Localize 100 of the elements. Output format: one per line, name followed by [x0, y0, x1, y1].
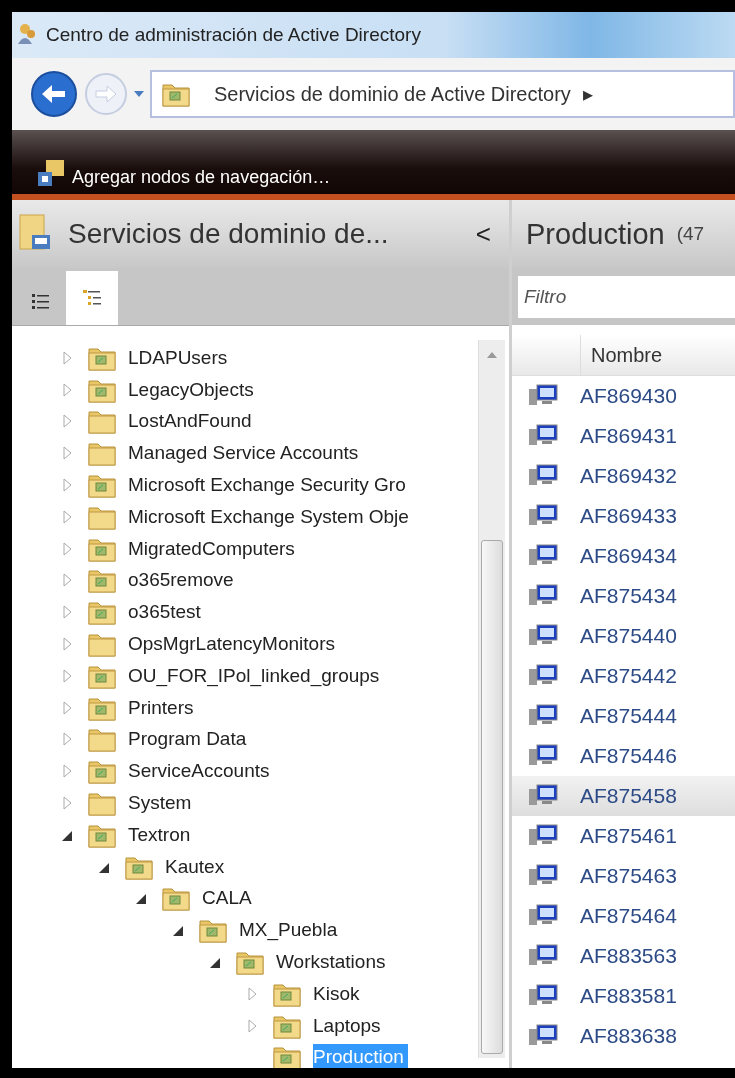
expand-arrow-icon[interactable] [60, 509, 74, 524]
tree-item[interactable]: OU_FOR_IPol_linked_groups [128, 662, 380, 689]
computer-row[interactable]: AF875442 [512, 656, 735, 696]
tree-item[interactable]: Program Data [128, 726, 247, 753]
expand-arrow-icon[interactable] [60, 700, 74, 715]
computer-name: AF869434 [580, 544, 677, 568]
computer-name: AF875446 [580, 744, 677, 768]
computer-row[interactable]: AF875440 [512, 616, 735, 656]
tree-item[interactable]: ServiceAccounts [128, 758, 270, 785]
tree-item[interactable]: Kisok [313, 980, 360, 1007]
tree-item[interactable]: Kautex [165, 853, 225, 880]
tree-item[interactable]: Workstations [276, 949, 386, 976]
computer-row[interactable]: AF869434 [512, 536, 735, 576]
column-header[interactable]: Nombre [580, 335, 663, 375]
computer-row[interactable]: AF869432 [512, 456, 735, 496]
computer-name: AF875440 [580, 624, 677, 648]
address-field[interactable]: Servicios de dominio de Active Directory ▸ [150, 70, 735, 118]
computer-name: AF869431 [580, 424, 677, 448]
computer-row[interactable]: AF883581 [512, 976, 735, 1016]
folder-document-icon [88, 472, 116, 499]
expand-arrow-icon[interactable] [245, 1018, 259, 1033]
add-navigation-nodes-button[interactable]: Agregar nodos de navegación… [72, 167, 331, 188]
tree-item[interactable]: MigratedComputers [128, 535, 295, 562]
expand-arrow-icon[interactable] [60, 541, 74, 556]
tree-item[interactable]: o365test [128, 599, 201, 626]
breadcrumb[interactable]: Servicios de dominio de Active Directory [214, 82, 571, 106]
computer-name: AF875434 [580, 584, 677, 608]
folder-icon [88, 408, 116, 435]
scrollbar[interactable] [478, 340, 505, 1058]
computer-name: AF869432 [580, 464, 677, 488]
computer-row[interactable]: AF869430 [512, 376, 735, 416]
tree-item[interactable]: CALA [202, 885, 252, 912]
computer-row[interactable]: AF875463 [512, 856, 735, 896]
tree-item[interactable]: LegacyObjects [128, 376, 254, 403]
tree-item[interactable]: Managed Service Accounts [128, 440, 359, 467]
expand-arrow-icon[interactable] [60, 668, 74, 683]
tree-item[interactable]: o365remove [128, 567, 234, 594]
computer-row[interactable]: AF883563 [512, 936, 735, 976]
expand-arrow-icon[interactable] [60, 414, 74, 429]
folder-document-icon [88, 567, 116, 594]
expand-arrow-icon[interactable] [60, 382, 74, 397]
tree-item[interactable]: Microsoft Exchange System Obje [128, 503, 409, 530]
computer-row[interactable]: AF869433 [512, 496, 735, 536]
expand-arrow-icon[interactable] [60, 732, 74, 747]
folder-icon [88, 726, 116, 753]
tree-item[interactable]: LDAPUsers [128, 344, 228, 371]
tree-item[interactable]: Laptops [313, 1012, 381, 1039]
computer-name: AF883638 [580, 1024, 677, 1048]
scroll-up-arrow-icon[interactable] [487, 352, 497, 358]
tree-item[interactable]: Textron [128, 821, 191, 848]
computer-row[interactable]: AF875434 [512, 576, 735, 616]
computer-name: AF869433 [580, 504, 677, 528]
item-count: (47 [676, 223, 705, 245]
computer-name: AF883581 [580, 984, 677, 1008]
tree-item[interactable]: Printers [128, 694, 194, 721]
computer-name: AF875442 [580, 664, 677, 688]
list-view-icon [32, 294, 49, 309]
expand-arrow-icon[interactable] [60, 350, 74, 365]
forward-button[interactable] [84, 72, 128, 116]
tree-item[interactable]: System [128, 790, 192, 817]
navigation-title: Servicios de dominio de... [68, 218, 390, 250]
computer-row[interactable]: AF875444 [512, 696, 735, 736]
computer-row[interactable]: AF875458 [512, 776, 735, 816]
tree-item[interactable]: LostAndFound [128, 408, 252, 435]
computer-row[interactable]: AF883638 [512, 1016, 735, 1056]
computer-name: AF875458 [580, 784, 677, 808]
folder-icon [88, 440, 116, 467]
computer-name: AF875444 [580, 704, 677, 728]
content-title: Production [526, 217, 665, 251]
computer-row[interactable]: AF875464 [512, 896, 735, 936]
breadcrumb-separator[interactable]: ▸ [582, 82, 593, 106]
folder-document-icon [273, 1044, 301, 1068]
expand-arrow-icon[interactable] [60, 605, 74, 620]
folder-document-icon [236, 949, 264, 976]
expand-arrow-icon[interactable] [60, 637, 74, 652]
computer-row[interactable]: AF875461 [512, 816, 735, 856]
folder-document-icon [162, 885, 190, 912]
tree-item[interactable]: Microsoft Exchange Security Gro [128, 472, 406, 499]
tree-item[interactable]: OpsMgrLatencyMonitors [128, 631, 335, 658]
computer-row[interactable]: AF875446 [512, 736, 735, 776]
computer-name: AF875463 [580, 864, 677, 888]
folder-document-icon [88, 758, 116, 785]
collapse-pane-button[interactable]: < [471, 218, 495, 250]
expand-arrow-icon[interactable] [60, 478, 74, 493]
tree-item[interactable]: MX_Puebla [239, 917, 338, 944]
folder-icon [88, 631, 116, 658]
computer-name: AF883563 [580, 944, 677, 968]
folder-icon [88, 790, 116, 817]
expand-arrow-icon[interactable] [60, 764, 74, 779]
computer-name: AF875464 [580, 904, 677, 928]
dropdown-caret-icon[interactable] [134, 91, 144, 97]
expand-arrow-icon[interactable] [245, 986, 259, 1001]
filter-field[interactable]: Filtro [518, 275, 735, 318]
expand-arrow-icon[interactable] [60, 446, 74, 461]
expand-arrow-icon[interactable] [60, 796, 74, 811]
back-button[interactable] [30, 70, 78, 118]
folder-document-icon [162, 81, 190, 107]
folder-document-icon [88, 599, 116, 626]
computer-row[interactable]: AF869431 [512, 416, 735, 456]
expand-arrow-icon[interactable] [60, 573, 74, 588]
